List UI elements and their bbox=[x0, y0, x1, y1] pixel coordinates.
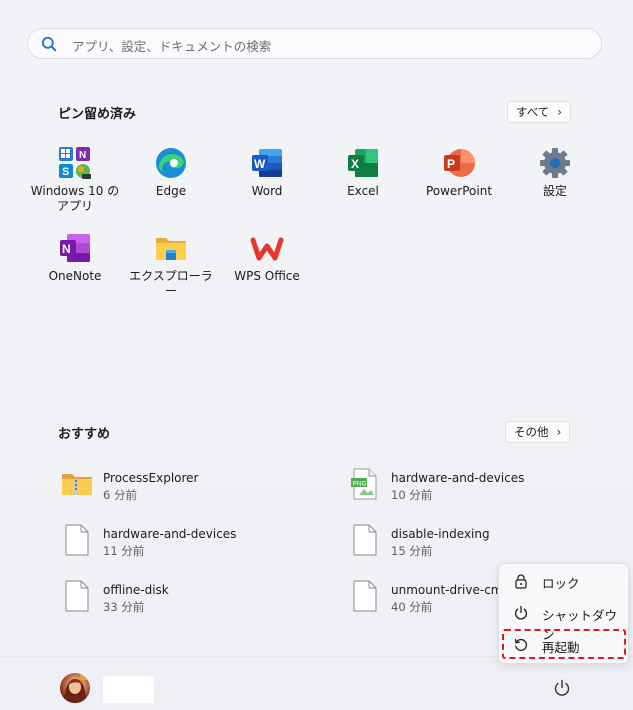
more-label: その他 bbox=[514, 425, 549, 439]
power-menu-label: ロック bbox=[542, 576, 580, 591]
chevron-right-icon: › bbox=[557, 105, 563, 119]
app-label: WPS Office bbox=[234, 269, 300, 283]
svg-text:S: S bbox=[62, 166, 69, 178]
app-label: 設定 bbox=[542, 184, 567, 198]
item-time: 6 分前 bbox=[103, 488, 137, 502]
svg-text:PNG: PNG bbox=[353, 481, 367, 488]
word-icon: W bbox=[250, 146, 284, 180]
excel-icon: X bbox=[346, 146, 380, 180]
folder-icon bbox=[154, 231, 188, 265]
edge-icon bbox=[154, 146, 188, 180]
power-menu-shutdown[interactable]: シャットダウン bbox=[499, 598, 628, 642]
app-word[interactable]: W Word bbox=[220, 146, 314, 199]
item-time: 10 分前 bbox=[391, 488, 433, 502]
onenote-icon: N bbox=[58, 231, 92, 265]
recommended-item[interactable]: hardware-and-devices 11 分前 bbox=[61, 524, 301, 560]
search-placeholder: アプリ、設定、ドキュメントの検索 bbox=[72, 39, 272, 54]
item-time: 15 分前 bbox=[391, 544, 433, 558]
file-icon bbox=[353, 580, 377, 612]
png-file-icon: PNG bbox=[351, 468, 377, 500]
search-box[interactable]: アプリ、設定、ドキュメントの検索 bbox=[27, 28, 602, 59]
item-name: ProcessExplorer bbox=[103, 471, 199, 485]
recommended-item[interactable]: ProcessExplorer 6 分前 bbox=[61, 468, 301, 504]
windows10-apps-icon: N S bbox=[58, 146, 92, 180]
power-menu-lock[interactable]: ロック bbox=[499, 566, 628, 596]
svg-text:P: P bbox=[447, 157, 455, 171]
recommended-item[interactable]: offline-disk 33 分前 bbox=[61, 580, 301, 616]
all-apps-button[interactable]: すべて › bbox=[507, 101, 572, 123]
recommended-item[interactable]: disable-indexing 15 分前 bbox=[349, 524, 589, 560]
user-name[interactable] bbox=[103, 676, 154, 703]
chevron-right-icon: › bbox=[556, 425, 562, 439]
pinned-title: ピン留め済み bbox=[58, 107, 137, 122]
app-label: エクスプローラー bbox=[129, 269, 213, 298]
app-settings[interactable]: 設定 bbox=[508, 146, 602, 199]
all-apps-label: すべて bbox=[516, 105, 550, 119]
app-label: PowerPoint bbox=[425, 184, 493, 198]
item-time: 33 分前 bbox=[103, 600, 145, 614]
app-onenote[interactable]: N OneNote bbox=[28, 231, 122, 284]
item-name: disable-indexing bbox=[391, 527, 490, 541]
recommended-title: おすすめ bbox=[58, 427, 111, 442]
item-name: unmount-drive-cmd bbox=[391, 583, 511, 597]
app-powerpoint[interactable]: P PowerPoint bbox=[412, 146, 506, 199]
app-edge[interactable]: Edge bbox=[124, 146, 218, 199]
power-icon[interactable] bbox=[552, 678, 572, 698]
recommended-item[interactable]: PNG hardware-and-devices 10 分前 bbox=[349, 468, 589, 504]
zip-folder-icon bbox=[62, 474, 92, 495]
settings-gear-icon bbox=[538, 146, 572, 180]
app-label: Edge bbox=[155, 184, 187, 198]
search-icon bbox=[41, 36, 57, 52]
more-button[interactable]: その他 › bbox=[505, 421, 571, 443]
app-windows10-apps[interactable]: N S Windows 10 のアプリ bbox=[28, 146, 122, 214]
app-wps-office[interactable]: WPS Office bbox=[220, 231, 314, 284]
file-icon bbox=[353, 524, 377, 556]
restart-highlight-box bbox=[502, 629, 626, 659]
avatar[interactable] bbox=[60, 673, 90, 703]
svg-text:W: W bbox=[254, 157, 266, 171]
app-label: OneNote bbox=[48, 269, 102, 283]
svg-text:N: N bbox=[79, 150, 86, 161]
app-label: Word bbox=[251, 184, 283, 198]
file-icon bbox=[65, 524, 89, 556]
item-name: offline-disk bbox=[103, 583, 169, 597]
lock-icon bbox=[515, 574, 527, 589]
app-excel[interactable]: X Excel bbox=[316, 146, 410, 199]
app-explorer[interactable]: エクスプローラー bbox=[124, 231, 218, 299]
app-label: Excel bbox=[347, 184, 379, 198]
recommended-item[interactable]: unmount-drive-cmd 40 分前 bbox=[349, 580, 510, 616]
svg-text:N: N bbox=[62, 242, 71, 256]
item-name: hardware-and-devices bbox=[391, 471, 525, 485]
item-time: 11 分前 bbox=[103, 544, 145, 558]
file-icon bbox=[65, 580, 89, 612]
wps-office-icon bbox=[250, 231, 284, 265]
app-label: Windows 10 のアプリ bbox=[30, 184, 120, 213]
power-icon bbox=[515, 605, 527, 620]
svg-text:X: X bbox=[351, 157, 359, 171]
powerpoint-icon: P bbox=[442, 146, 476, 180]
item-time: 40 分前 bbox=[391, 600, 433, 614]
item-name: hardware-and-devices bbox=[103, 527, 237, 541]
